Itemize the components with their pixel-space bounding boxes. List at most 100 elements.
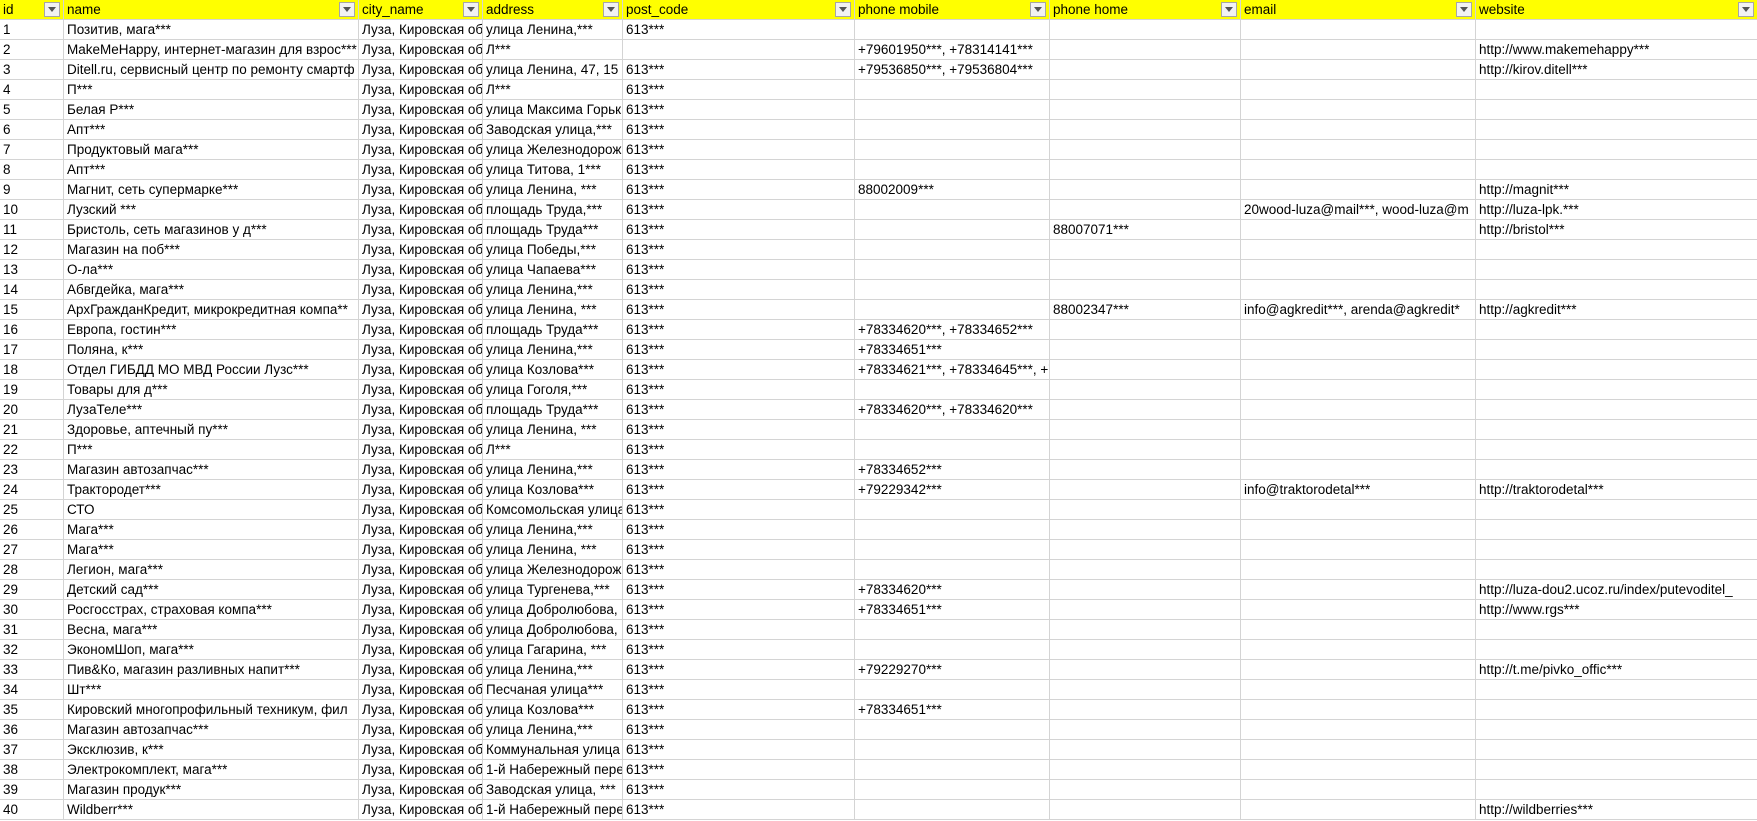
cell-phone-mobile[interactable] — [855, 240, 1050, 260]
cell-name[interactable]: П*** — [64, 80, 359, 100]
cell-phone-mobile[interactable]: +79536850***, +79536804*** — [855, 60, 1050, 80]
cell-website[interactable] — [1476, 160, 1757, 180]
cell-phone-home[interactable] — [1050, 640, 1241, 660]
cell-city-name[interactable]: Луза, Кировская об — [359, 220, 483, 240]
cell-phone-mobile[interactable] — [855, 440, 1050, 460]
cell-id[interactable]: 4 — [0, 80, 64, 100]
cell-phone-mobile[interactable] — [855, 100, 1050, 120]
cell-city-name[interactable]: Луза, Кировская об — [359, 240, 483, 260]
cell-city-name[interactable]: Луза, Кировская об — [359, 260, 483, 280]
cell-post-code[interactable]: 613*** — [623, 500, 855, 520]
cell-phone-home[interactable] — [1050, 560, 1241, 580]
cell-phone-home[interactable] — [1050, 500, 1241, 520]
cell-phone-home[interactable] — [1050, 80, 1241, 100]
cell-email[interactable] — [1241, 100, 1476, 120]
cell-phone-home[interactable] — [1050, 180, 1241, 200]
cell-email[interactable] — [1241, 280, 1476, 300]
cell-post-code[interactable]: 613*** — [623, 20, 855, 40]
cell-phone-mobile[interactable] — [855, 740, 1050, 760]
cell-id[interactable]: 28 — [0, 560, 64, 580]
cell-city-name[interactable]: Луза, Кировская об — [359, 420, 483, 440]
cell-post-code[interactable]: 613*** — [623, 660, 855, 680]
cell-website[interactable]: http://t.me/pivko_offic*** — [1476, 660, 1757, 680]
cell-website[interactable] — [1476, 100, 1757, 120]
cell-id[interactable]: 5 — [0, 100, 64, 120]
cell-city-name[interactable]: Луза, Кировская об — [359, 380, 483, 400]
cell-phone-home[interactable] — [1050, 360, 1241, 380]
cell-website[interactable] — [1476, 780, 1757, 800]
cell-phone-home[interactable] — [1050, 320, 1241, 340]
cell-phone-mobile[interactable] — [855, 420, 1050, 440]
cell-id[interactable]: 39 — [0, 780, 64, 800]
cell-name[interactable]: Легион, мага*** — [64, 560, 359, 580]
cell-phone-mobile[interactable] — [855, 720, 1050, 740]
cell-email[interactable] — [1241, 560, 1476, 580]
cell-website[interactable] — [1476, 340, 1757, 360]
cell-email[interactable] — [1241, 340, 1476, 360]
cell-phone-mobile[interactable] — [855, 620, 1050, 640]
cell-post-code[interactable]: 613*** — [623, 700, 855, 720]
cell-address[interactable]: улица Железнодорож — [483, 560, 623, 580]
cell-phone-mobile[interactable]: +78334620***, +78334652*** — [855, 320, 1050, 340]
cell-phone-home[interactable] — [1050, 400, 1241, 420]
cell-city-name[interactable]: Луза, Кировская об — [359, 740, 483, 760]
cell-post-code[interactable]: 613*** — [623, 160, 855, 180]
cell-email[interactable] — [1241, 500, 1476, 520]
cell-id[interactable]: 20 — [0, 400, 64, 420]
cell-email[interactable]: info@traktorodetal*** — [1241, 480, 1476, 500]
cell-website[interactable]: http://traktorodetal*** — [1476, 480, 1757, 500]
cell-city-name[interactable]: Луза, Кировская об — [359, 100, 483, 120]
cell-address[interactable]: улица Козлова*** — [483, 360, 623, 380]
cell-address[interactable]: площадь Труда*** — [483, 220, 623, 240]
cell-post-code[interactable]: 613*** — [623, 240, 855, 260]
cell-city-name[interactable]: Луза, Кировская об — [359, 640, 483, 660]
cell-id[interactable]: 31 — [0, 620, 64, 640]
cell-phone-mobile[interactable] — [855, 220, 1050, 240]
cell-phone-home[interactable] — [1050, 340, 1241, 360]
cell-id[interactable]: 24 — [0, 480, 64, 500]
filter-dropdown-arrow-icon[interactable] — [1221, 2, 1237, 17]
cell-phone-mobile[interactable]: +78334651*** — [855, 340, 1050, 360]
cell-id[interactable]: 9 — [0, 180, 64, 200]
cell-phone-home[interactable] — [1050, 280, 1241, 300]
cell-city-name[interactable]: Луза, Кировская об — [359, 700, 483, 720]
cell-id[interactable]: 12 — [0, 240, 64, 260]
cell-email[interactable] — [1241, 20, 1476, 40]
cell-email[interactable] — [1241, 260, 1476, 280]
cell-website[interactable] — [1476, 120, 1757, 140]
cell-name[interactable]: Европа, гостин*** — [64, 320, 359, 340]
cell-email[interactable] — [1241, 780, 1476, 800]
cell-name[interactable]: ЭкономШоп, мага*** — [64, 640, 359, 660]
cell-id[interactable]: 19 — [0, 380, 64, 400]
cell-post-code[interactable]: 613*** — [623, 200, 855, 220]
cell-address[interactable]: улица Ленина,*** — [483, 280, 623, 300]
cell-website[interactable]: http://www.rgs*** — [1476, 600, 1757, 620]
cell-website[interactable] — [1476, 20, 1757, 40]
cell-phone-home[interactable] — [1050, 520, 1241, 540]
cell-website[interactable] — [1476, 640, 1757, 660]
cell-city-name[interactable]: Луза, Кировская об — [359, 800, 483, 820]
cell-city-name[interactable]: Луза, Кировская об — [359, 40, 483, 60]
cell-email[interactable] — [1241, 380, 1476, 400]
column-header-name[interactable]: name — [64, 0, 359, 20]
cell-website[interactable]: http://bristol*** — [1476, 220, 1757, 240]
cell-post-code[interactable]: 613*** — [623, 180, 855, 200]
cell-post-code[interactable]: 613*** — [623, 540, 855, 560]
cell-city-name[interactable]: Луза, Кировская об — [359, 280, 483, 300]
cell-id[interactable]: 11 — [0, 220, 64, 240]
cell-email[interactable] — [1241, 800, 1476, 820]
cell-post-code[interactable]: 613*** — [623, 580, 855, 600]
cell-website[interactable] — [1476, 400, 1757, 420]
cell-phone-mobile[interactable]: +78334652*** — [855, 460, 1050, 480]
cell-email[interactable] — [1241, 80, 1476, 100]
cell-email[interactable] — [1241, 140, 1476, 160]
cell-phone-home[interactable] — [1050, 420, 1241, 440]
cell-address[interactable]: площадь Труда*** — [483, 320, 623, 340]
cell-id[interactable]: 32 — [0, 640, 64, 660]
cell-city-name[interactable]: Луза, Кировская об — [359, 20, 483, 40]
cell-website[interactable] — [1476, 700, 1757, 720]
cell-email[interactable] — [1241, 360, 1476, 380]
cell-id[interactable]: 29 — [0, 580, 64, 600]
cell-id[interactable]: 25 — [0, 500, 64, 520]
cell-id[interactable]: 17 — [0, 340, 64, 360]
